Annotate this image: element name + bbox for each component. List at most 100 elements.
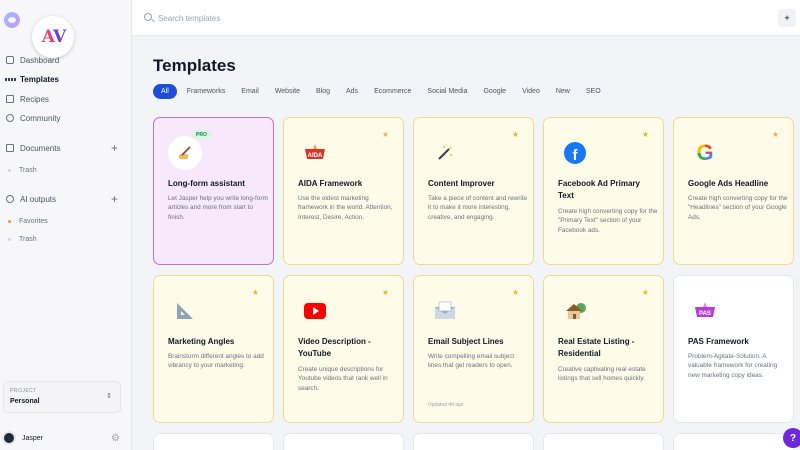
section-label: Documents (20, 143, 61, 153)
facebook-icon: f (558, 136, 592, 170)
sidebar-item-outputs-trash[interactable]: Trash (8, 232, 37, 246)
google-glyph: G (696, 140, 714, 165)
pas-icon: PAS (688, 294, 722, 328)
favorite-dot-icon (8, 219, 11, 223)
template-card-video-description-youtube[interactable]: ★ Video Description - YouTube Create uni… (283, 275, 404, 423)
card-title: Google Ads Headline (688, 179, 769, 188)
card-description: Use the oldest marketing framework in th… (298, 195, 393, 221)
template-card-facebook-ad-primary-text[interactable]: f ★ Facebook Ad Primary Text Create high… (543, 117, 664, 265)
gear-icon[interactable]: ⚙ (111, 433, 120, 444)
star-icon[interactable]: ★ (252, 288, 259, 297)
facebook-glyph: f (564, 142, 586, 164)
magic-wand-icon (428, 136, 462, 170)
star-icon[interactable]: ★ (642, 288, 649, 297)
star-icon[interactable]: ★ (382, 130, 389, 139)
sidebar-item-templates[interactable]: Templates (4, 71, 59, 87)
star-icon[interactable]: ★ (512, 130, 519, 139)
template-card-email-subject-lines[interactable]: ★ Email Subject Lines Write compelling e… (413, 275, 534, 423)
template-card-marketing-angles[interactable]: ★ Marketing Angles Brainstorm different … (153, 275, 274, 423)
add-document-icon[interactable]: + (111, 142, 118, 154)
card-description: Brainstorm different angles to add vibra… (168, 353, 264, 370)
sidebar-item-recipes[interactable]: Recipes (6, 91, 49, 107)
card-title: Content Improver (428, 179, 495, 188)
svg-text:PAS: PAS (699, 311, 711, 317)
card-description: Create high converting copy for the "Hea… (688, 195, 788, 221)
sidebar-item-community[interactable]: Community (6, 110, 60, 126)
section-label: AI outputs (20, 194, 57, 204)
pro-badge: PRO (192, 130, 211, 139)
filter-chip[interactable]: Website (269, 84, 306, 99)
grid-icon (4, 75, 16, 83)
jasper-logo-icon[interactable] (4, 12, 20, 28)
community-icon (6, 114, 14, 122)
template-card-real-estate-listing[interactable]: ★ Real Estate Listing - Residential Crea… (543, 275, 664, 423)
top-action-icon[interactable]: ✦ (778, 9, 796, 27)
template-card-aida-framework[interactable]: AIDA ★ AIDA Framework Use the oldest mar… (283, 117, 404, 265)
pen-hand-icon (168, 136, 202, 170)
star-icon[interactable]: ★ (512, 288, 519, 297)
house-icon (558, 294, 592, 328)
filter-chip[interactable]: Social Media (421, 84, 473, 99)
filter-chip-all[interactable]: All (153, 84, 177, 99)
template-card-long-form-assistant[interactable]: PRO Long-form assistant Let Jasper help … (153, 117, 274, 265)
filter-chip[interactable]: New (550, 84, 576, 99)
template-card[interactable] (543, 433, 664, 450)
bullet-icon (8, 168, 11, 172)
star-icon[interactable]: ★ (382, 288, 389, 297)
sidebar-item-documents-trash[interactable]: Trash (8, 163, 37, 177)
filter-chip[interactable]: Google (477, 84, 512, 99)
av-watermark-logo: AV (32, 16, 74, 58)
avatar[interactable] (2, 431, 16, 445)
filter-chip[interactable]: Ecommerce (368, 84, 417, 99)
google-icon: G (688, 136, 722, 170)
card-description: Let Jasper help you write long-form arti… (168, 195, 268, 221)
template-card[interactable] (283, 433, 404, 450)
template-card-google-ads-headline[interactable]: G ★ Google Ads Headline Create high conv… (673, 117, 794, 265)
card-description: Write compelling email subject lines tha… (428, 353, 515, 370)
template-card[interactable] (673, 433, 794, 450)
ai-outputs-icon (6, 195, 14, 203)
user-menu[interactable]: Jasper ⚙ (2, 430, 120, 446)
category-filters: All Frameworks Email Website Blog Ads Ec… (153, 84, 611, 99)
sidebar-section-documents[interactable]: Documents + (6, 140, 118, 156)
sub-item-label: Trash (19, 235, 37, 243)
filter-chip[interactable]: Video (516, 84, 546, 99)
help-button[interactable]: ? (783, 428, 800, 448)
filter-chip[interactable]: Blog (310, 84, 336, 99)
star-icon[interactable]: ★ (642, 130, 649, 139)
search-input[interactable] (158, 10, 458, 26)
sidebar-item-label: Recipes (20, 94, 49, 104)
card-title: Long-form assistant (168, 179, 245, 188)
user-name: Jasper (22, 434, 44, 442)
svg-text:AIDA: AIDA (308, 153, 323, 159)
bullet-icon (8, 237, 11, 241)
star-icon[interactable]: ★ (772, 130, 779, 139)
project-value: Personal (10, 398, 40, 405)
sidebar-section-ai-outputs[interactable]: AI outputs + (6, 191, 118, 207)
template-card[interactable] (413, 433, 534, 450)
home-icon (6, 56, 14, 64)
filter-chip[interactable]: Ads (340, 84, 364, 99)
add-output-icon[interactable]: + (111, 193, 118, 205)
filter-chip[interactable]: Email (235, 84, 265, 99)
project-selector[interactable]: PROJECT Personal ⇕ (3, 381, 121, 413)
top-bar: ✦ (132, 0, 800, 36)
template-card[interactable] (153, 433, 274, 450)
sidebar-item-favorites[interactable]: Favorites (8, 214, 48, 228)
document-icon (6, 144, 14, 152)
project-label: PROJECT (10, 388, 37, 394)
sub-item-label: Trash (19, 166, 37, 174)
card-description: Create high converting copy for the "Pri… (558, 208, 658, 234)
page-title: Templates (153, 56, 236, 75)
card-description: Create unique descriptions for Youtube v… (298, 366, 388, 392)
filter-chip[interactable]: Frameworks (181, 84, 232, 99)
template-card-content-improver[interactable]: ★ Content Improver Take a piece of conte… (413, 117, 534, 265)
card-title: Real Estate Listing - Residential (558, 337, 635, 358)
card-title: PAS Framework (688, 337, 749, 346)
card-description: Creative captivating real estate listing… (558, 366, 646, 383)
email-icon (428, 294, 462, 328)
filter-chip[interactable]: SEO (580, 84, 607, 99)
sidebar-item-label: Templates (20, 74, 59, 84)
template-card-pas-framework[interactable]: PAS PAS Framework Problem-Agitate-Soluti… (673, 275, 794, 423)
card-title: Facebook Ad Primary Text (558, 179, 640, 200)
